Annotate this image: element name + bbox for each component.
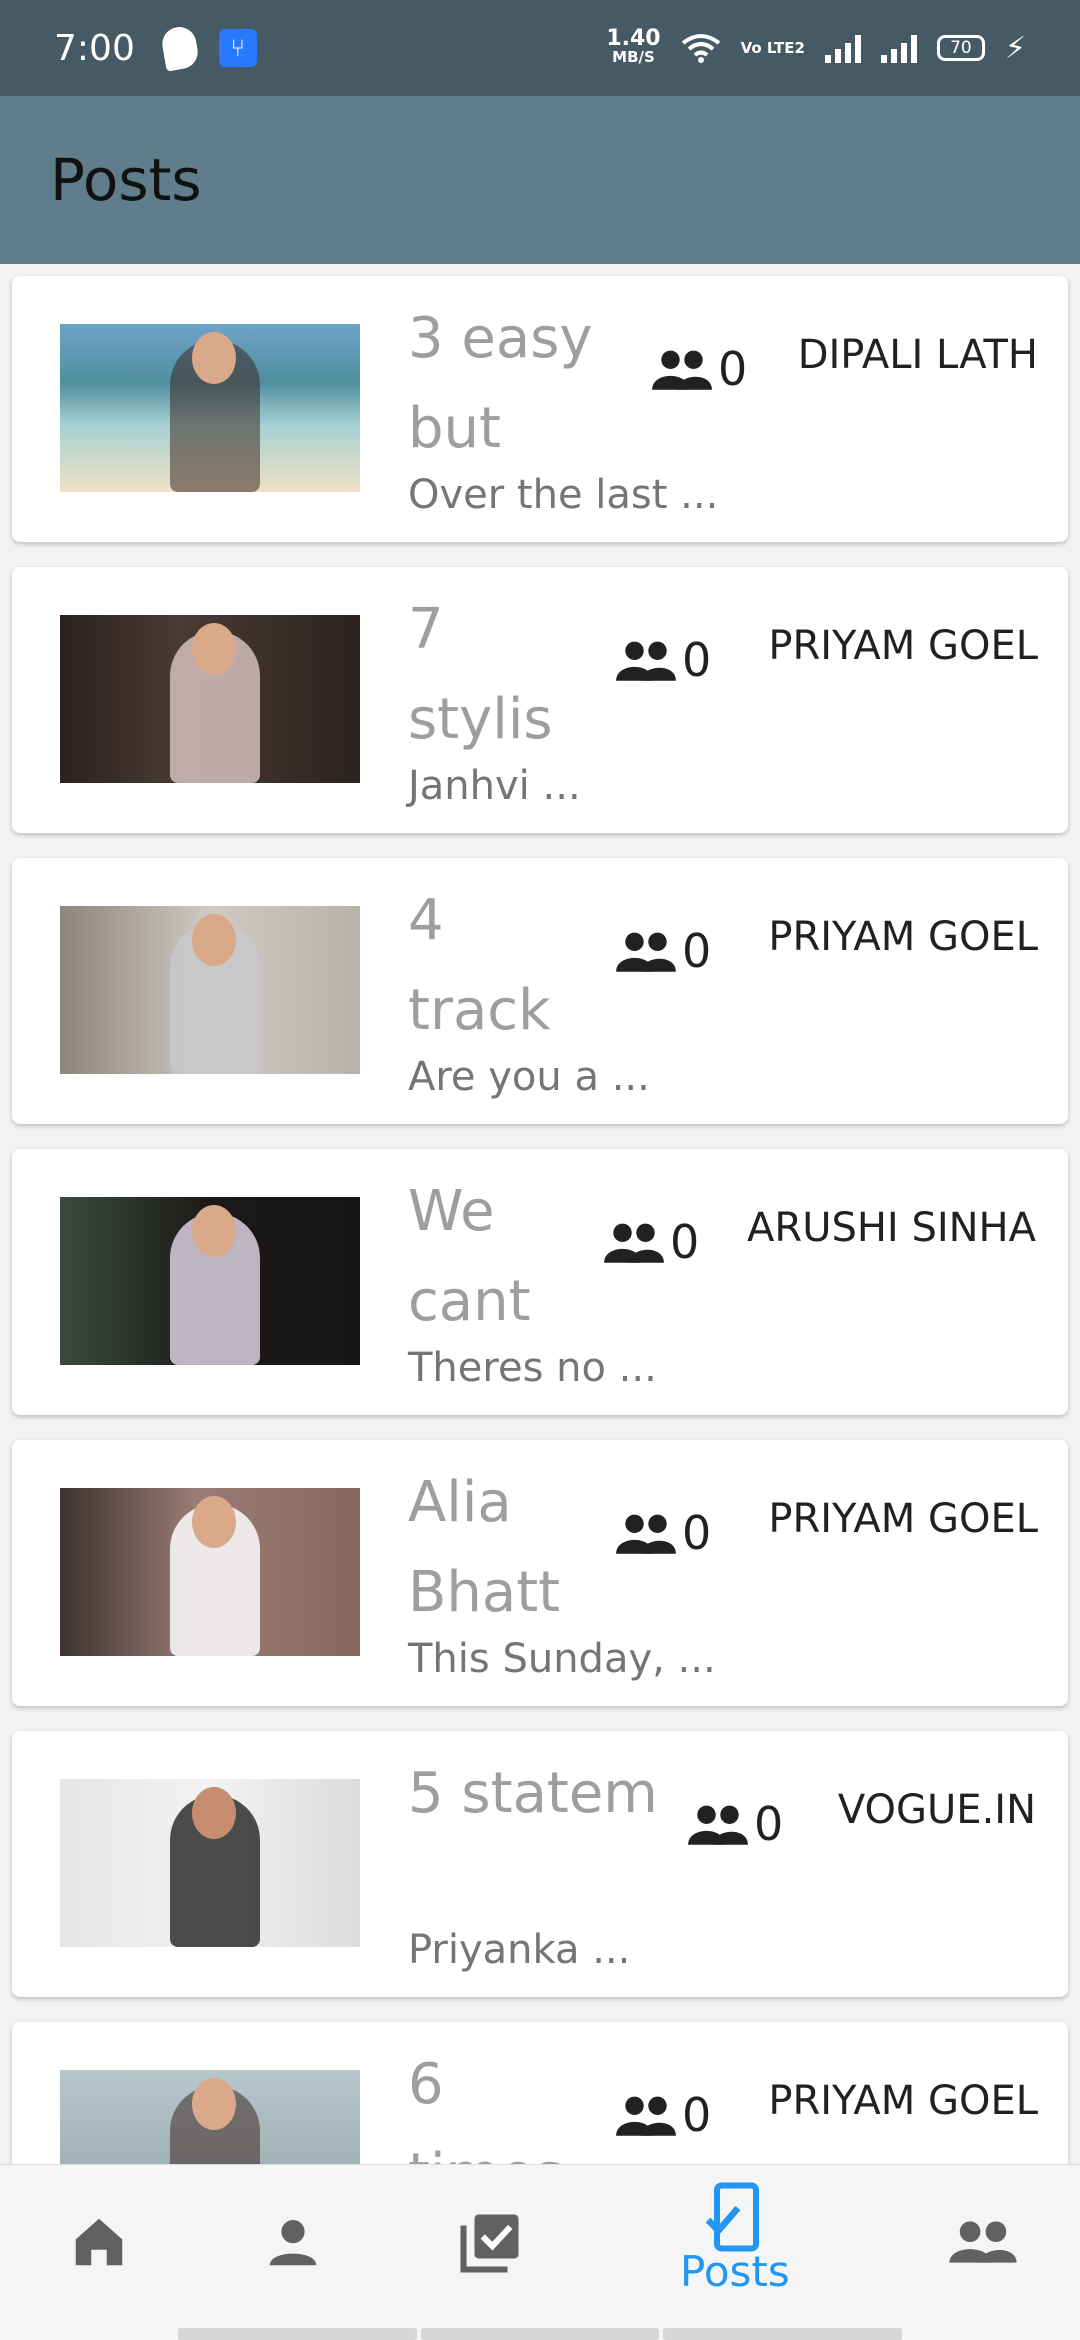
people-icon [949,2221,1017,2263]
followers-count: 0 [612,924,711,978]
nav-posts[interactable]: Posts [680,2181,790,2296]
post-thumbnail [60,1488,360,1656]
people-icon [600,1219,668,1265]
nav-tasks[interactable] [458,2209,524,2275]
gesture-bar [178,2328,903,2340]
people-icon [612,2092,680,2138]
post-snippet: This Sunday, ... [408,1636,716,1682]
post-card[interactable]: We cant Theres no ... 0 ARUSHI SINHA [12,1149,1068,1415]
post-title: 7 stylis [408,597,553,752]
people-icon [612,1510,680,1556]
followers-count: 0 [648,342,747,396]
post-title: 4 track [408,888,551,1043]
count-value: 0 [754,1797,784,1851]
post-author: PRIYAM GOEL [768,914,1038,960]
post-title: 6 times [408,2052,564,2164]
post-card[interactable]: 6 times 0 PRIYAM GOEL [12,2022,1068,2164]
checkbox-icon [460,2214,519,2273]
nav-profile[interactable] [262,2211,324,2273]
followers-count: 0 [612,633,711,687]
count-value: 0 [682,633,712,687]
post-thumbnail [60,906,360,1074]
post-thumbnail [60,615,360,783]
network-speed-value: 1.40 [606,26,661,51]
post-card[interactable]: 5 statem Priyanka ... 0 VOGUE.IN [12,1731,1068,1997]
post-thumbnail [60,2070,360,2164]
count-value: 0 [682,1506,712,1560]
count-value: 0 [718,342,748,396]
charging-icon: ⚡ [1004,30,1026,66]
followers-count: 0 [612,1506,711,1560]
followers-count: 0 [600,1215,699,1269]
signal-icon [824,33,861,63]
bottom-navigation: Posts [0,2164,1080,2340]
status-time: 7:00 [54,27,135,69]
post-author: VOGUE.IN [837,1787,1036,1833]
post-list[interactable]: 3 easy but Over the last ... 0 DIPALI LATH 7… [0,264,1080,2164]
nav-groups[interactable] [946,2211,1020,2273]
page-title: Posts [50,146,202,214]
post-card[interactable]: Alia Bhatt This Sunday, ... 0 PRIYAM GOEL [12,1440,1068,1706]
count-value: 0 [682,2088,712,2142]
post-author: PRIYAM GOEL [768,623,1038,669]
people-icon [612,637,680,683]
post-snippet: Over the last ... [408,472,719,518]
followers-count: 0 [612,2088,711,2142]
app-bar: Posts [0,96,1080,264]
usb-icon: ⑂ [218,29,257,67]
system-icons: 1.40 MB/S Vo LTE2 70 ⚡ [606,26,1026,67]
post-title: 3 easy but [408,306,593,461]
count-value: 0 [670,1215,700,1269]
home-icon [75,2218,123,2266]
network-speed: 1.40 MB/S [606,26,661,67]
person-icon [269,2220,317,2266]
wifi-icon [681,34,720,63]
signal-icon [880,33,917,63]
post-thumbnail [60,1197,360,1365]
post-snippet: Theres no ... [408,1345,657,1391]
post-title: We cant [408,1179,531,1334]
volte-label: Vo LTE2 [740,38,805,57]
post-snippet: Priyanka ... [408,1927,631,1973]
post-author: PRIYAM GOEL [768,2078,1038,2124]
post-author: PRIYAM GOEL [768,1496,1038,1542]
network-speed-unit: MB/S [612,48,655,66]
post-title: Alia Bhatt [408,1470,561,1625]
phone-check-icon [705,2182,759,2252]
post-thumbnail [60,324,360,492]
nav-posts-label: Posts [680,2247,790,2296]
followers-count: 0 [684,1797,783,1851]
notification-icons: ⑂ [159,24,257,72]
nav-home[interactable] [68,2211,130,2273]
post-snippet: Are you a ... [408,1054,650,1100]
status-bar: 7:00 ⑂ 1.40 MB/S Vo LTE2 70 ⚡ [0,0,1080,96]
swiggy-icon [159,24,201,72]
post-author: DIPALI LATH [797,332,1038,378]
post-title: 5 statem [408,1761,658,1826]
post-card[interactable]: 7 stylis Janhvi ... 0 PRIYAM GOEL [12,567,1068,833]
post-thumbnail [60,1779,360,1947]
post-author: ARUSHI SINHA [747,1205,1036,1251]
post-card[interactable]: 4 track Are you a ... 0 PRIYAM GOEL [12,858,1068,1124]
battery-icon: 70 [936,35,985,61]
count-value: 0 [682,924,712,978]
people-icon [612,928,680,974]
post-snippet: Janhvi ... [408,763,581,809]
post-card[interactable]: 3 easy but Over the last ... 0 DIPALI LATH [12,276,1068,542]
people-icon [648,346,716,392]
people-icon [684,1801,752,1847]
